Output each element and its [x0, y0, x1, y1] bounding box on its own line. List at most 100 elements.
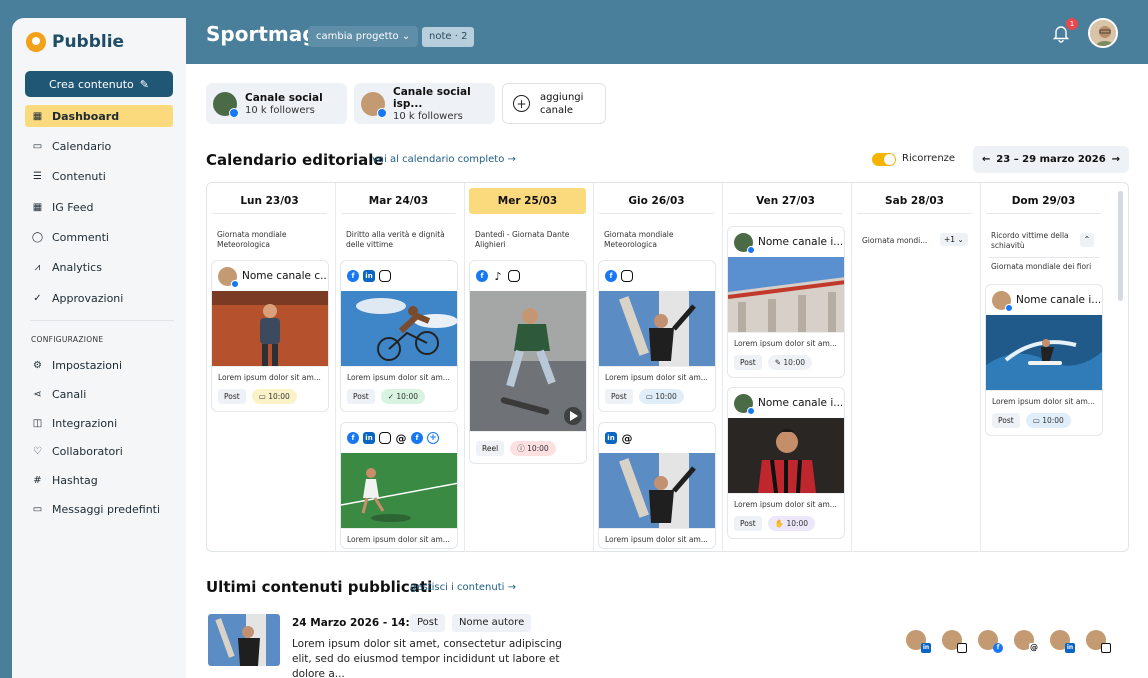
sidebar-item-label: Dashboard	[52, 109, 120, 123]
published-text: Lorem ipsum dolor sit amet, consectetur …	[292, 638, 562, 678]
post-image	[728, 257, 844, 332]
message-icon: ▭	[32, 503, 43, 515]
published-thumbnail[interactable]	[208, 614, 280, 666]
sidebar-item-impostazioni[interactable]: ⚙ Impostazioni	[25, 354, 173, 376]
day-annotation: Giornata mondiale Meteorologica	[217, 230, 287, 249]
sidebar-item-canali[interactable]: ⋖ Canali	[25, 383, 173, 405]
post-type-pill: Post	[347, 389, 375, 404]
post-image	[212, 291, 328, 366]
sidebar-item-contenuti[interactable]: ☰ Contenuti	[25, 165, 173, 187]
post-card[interactable]: Nome canale i... Lorem ipsum dolor sit a…	[727, 226, 845, 378]
more-annotations-button[interactable]: +1 ⌄	[940, 233, 968, 246]
arrow-right-icon[interactable]: →	[1112, 154, 1120, 165]
top-bar: Sportmag cambia progetto ⌄ note · 2 1	[186, 0, 1148, 64]
sidebar: Pubblie Crea contenuto ✎ ▦ Dashboard ▭ Cal…	[12, 18, 186, 678]
time-label: 10:00	[1042, 416, 1064, 425]
grid-icon: ▦	[32, 110, 43, 122]
project-switch-label: cambia progetto	[316, 31, 399, 42]
sidebar-item-label: Calendario	[52, 139, 112, 153]
post-card[interactable]: f in @ f + Lorem ipsum dolor sit am...	[340, 422, 458, 549]
post-text: Lorem ipsum dolor sit am...	[599, 366, 715, 386]
project-switch-dropdown[interactable]: cambia progetto ⌄	[308, 26, 419, 47]
facebook-icon	[747, 245, 755, 254]
post-card[interactable]: Nome canale i... Lorem ipsum dolor sit a…	[727, 387, 845, 539]
add-channel-button[interactable]: + aggiungi canale	[502, 83, 606, 124]
instagram-icon	[957, 643, 967, 653]
post-card[interactable]: f in Lorem ipsum dolor sit am... Post ✓ 10…	[340, 260, 458, 412]
sidebar-item-ig-feed[interactable]: ▦ IG Feed	[25, 196, 173, 218]
channel-card[interactable]: Canale social isp... 10 k followers	[354, 83, 495, 124]
arrow-left-icon[interactable]: ←	[982, 154, 990, 165]
channel-avatar	[361, 91, 387, 118]
sidebar-item-approvazioni[interactable]: ✓ Approvazioni	[25, 287, 173, 309]
scheduled-time-pill: ▭ 10:00	[251, 389, 297, 404]
channel-name: Canale social	[245, 91, 323, 104]
channel-avatar	[1086, 630, 1111, 653]
sidebar-item-dashboard[interactable]: ▦ Dashboard	[25, 105, 173, 127]
avatar[interactable]	[1088, 18, 1118, 48]
divider	[989, 257, 1099, 258]
facebook-icon: f	[993, 643, 1003, 653]
sidebar-item-messaggi-predefiniti[interactable]: ▭ Messaggi predefinti	[25, 498, 173, 520]
post-image	[470, 291, 586, 431]
sidebar-item-calendario[interactable]: ▭ Calendario	[25, 135, 173, 157]
day-column: Dom 29/03 Ricordo vittime della schiavit…	[981, 183, 1110, 551]
post-image	[599, 291, 715, 366]
manage-content-link[interactable]: gestisci i contenuti →	[410, 582, 516, 593]
linkedin-icon: in	[605, 432, 617, 444]
post-card[interactable]: in @ Lorem ipsum dolor sit am...	[598, 422, 716, 549]
tiktok-icon: ♪	[492, 270, 504, 283]
chevron-up-icon[interactable]: ⌃	[1080, 233, 1094, 247]
post-image	[341, 291, 457, 366]
post-card[interactable]: Nome canale c... Lorem ipsum dolor sit a…	[211, 260, 329, 412]
more-count: +1	[944, 235, 956, 244]
post-text: Lorem ipsum dolor sit am...	[728, 332, 844, 352]
hash-icon: #	[33, 474, 42, 486]
channel-followers: 10 k followers	[393, 110, 463, 122]
recurrence-toggle[interactable]	[872, 153, 896, 166]
scrollbar[interactable]	[1118, 191, 1123, 301]
notes-badge[interactable]: note · 2	[422, 27, 475, 47]
channel-card[interactable]: Canale social 10 k followers	[206, 83, 347, 124]
published-author-tag: Nome autore	[452, 614, 532, 632]
day-header: Dom 29/03	[985, 188, 1102, 214]
sidebar-item-hashtag[interactable]: # Hashtag	[25, 469, 173, 491]
create-content-button[interactable]: Crea contenuto ✎	[25, 71, 173, 97]
recurrence-label: Ricorrenze	[902, 153, 956, 164]
date-range-label: 23 – 29 marzo 2026	[996, 154, 1106, 165]
calendar-link[interactable]: vai al calendario completo →	[372, 154, 516, 165]
check-circle-icon: ✓	[33, 292, 42, 304]
sidebar-item-collaboratori[interactable]: ♡ Collaboratori	[25, 440, 173, 462]
time-label: 10:00	[527, 444, 549, 453]
post-text: Lorem ipsum dolor sit am...	[599, 528, 715, 548]
post-card[interactable]: f ♪ Reel ⓘ 10:00	[469, 260, 587, 464]
puzzle-icon: ◫	[32, 417, 43, 429]
project-title: Sportmag	[206, 22, 317, 46]
sidebar-item-label: Hashtag	[52, 473, 98, 487]
channel-avatar	[734, 232, 755, 254]
sidebar-item-label: Integrazioni	[52, 416, 118, 430]
facebook-icon: f	[411, 432, 423, 444]
day-header: Gio 26/03	[598, 188, 715, 214]
sidebar-item-commenti[interactable]: ◯ Commenti	[25, 226, 173, 248]
pencil-icon: ✎	[139, 77, 149, 91]
logo[interactable]: Pubblie	[26, 32, 124, 52]
channel-avatar	[218, 266, 239, 288]
channel-avatar	[734, 393, 755, 415]
facebook-icon	[231, 279, 239, 288]
facebook-icon: f	[347, 270, 359, 282]
instagram-icon	[379, 432, 391, 444]
post-card[interactable]: Nome canale i... Lorem ipsum dolor sit a…	[985, 284, 1103, 436]
post-type-pill: Post	[992, 413, 1020, 428]
post-text: Lorem ipsum dolor sit am...	[212, 366, 328, 386]
time-label: 10:00	[783, 358, 805, 367]
day-annotation: Ricordo vittime della schiavitù	[991, 231, 1069, 250]
plus-icon: +	[427, 432, 439, 444]
day-annotation: Giornata mondiale Meteorologica	[604, 230, 674, 249]
post-image	[986, 315, 1102, 390]
post-card[interactable]: f Lorem ipsum dolor sit am... Post ▭ 10:0…	[598, 260, 716, 412]
sidebar-item-integrazioni[interactable]: ◫ Integrazioni	[25, 412, 173, 434]
post-text: Lorem ipsum dolor sit am...	[986, 390, 1102, 410]
sidebar-item-analytics[interactable]: ⩘ Analytics	[25, 256, 173, 278]
approval-time-pill: ✋ 10:00	[767, 516, 816, 531]
